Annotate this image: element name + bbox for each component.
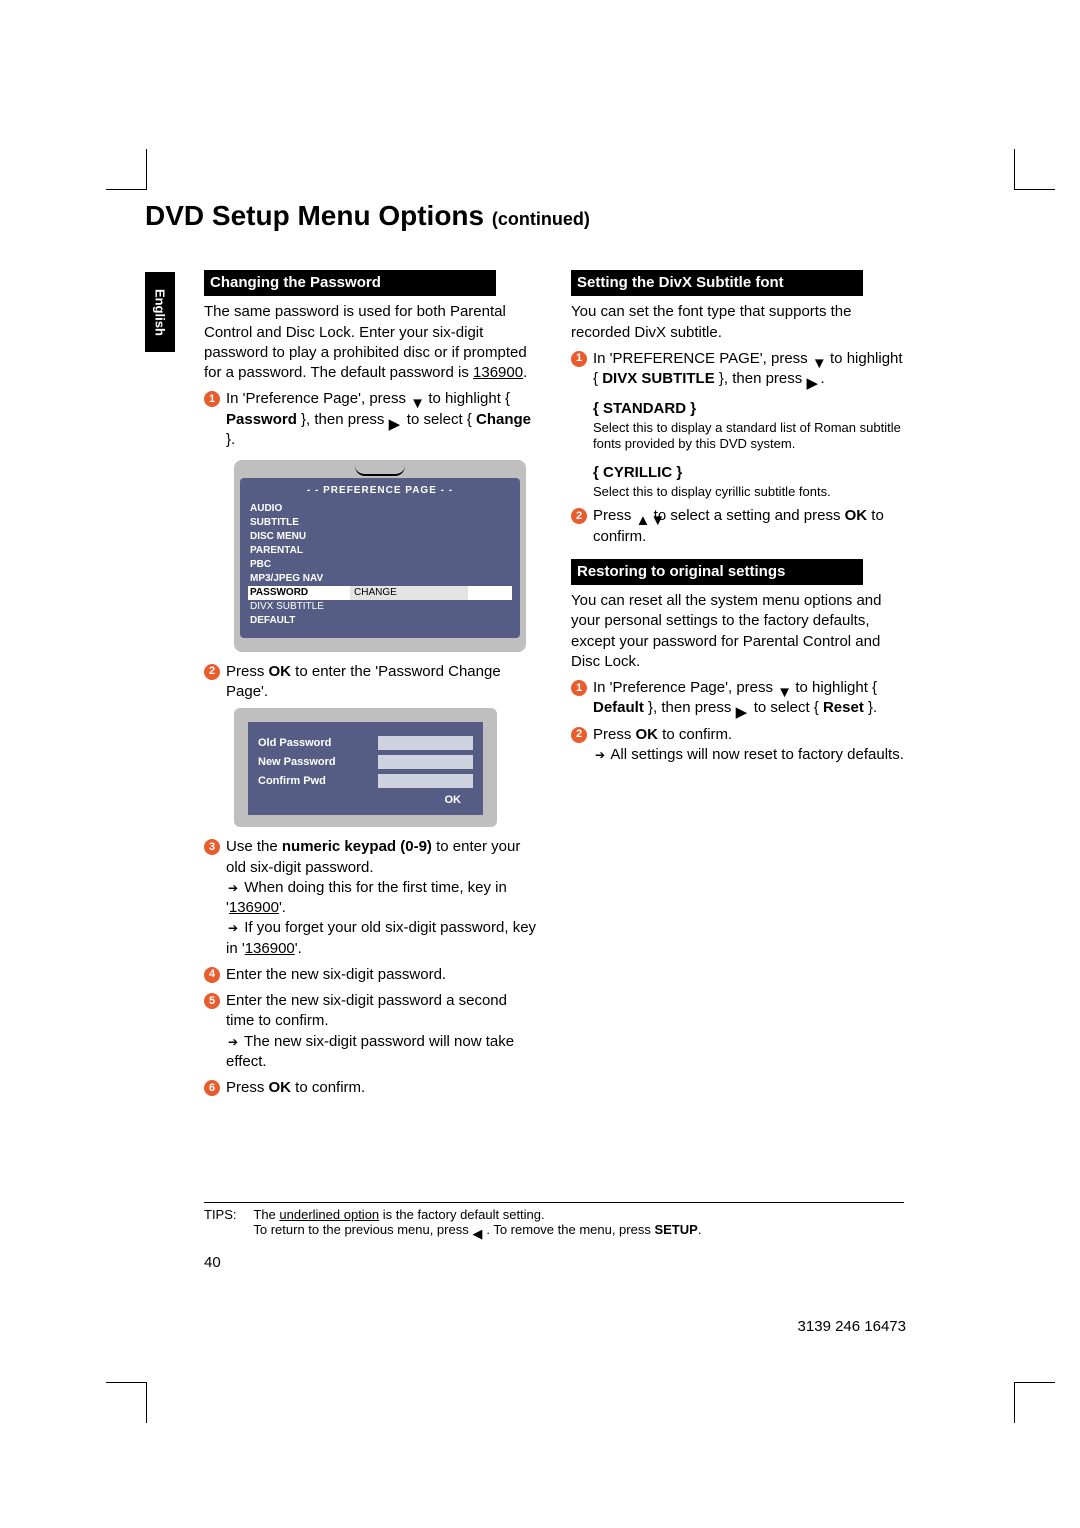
divx-intro: You can set the font type that supports … (571, 302, 904, 343)
old-password-label: Old Password (258, 736, 353, 751)
option-standard: { STANDARD } Select this to display a st… (593, 399, 904, 453)
divx-step-2: 2 Press ▲▼ to select a setting and press… (571, 506, 904, 547)
confirm-password-label: Confirm Pwd (258, 774, 353, 789)
language-tab: English (145, 272, 175, 352)
osd-header: - - PREFERENCE PAGE - - (248, 484, 512, 498)
step-2: 2 Press OK to enter the 'Password Change… (204, 662, 537, 703)
crop-mark-bottom-right (1014, 1382, 1055, 1423)
document-number: 3139 246 16473 (798, 1318, 906, 1335)
crop-mark-top-right (1014, 149, 1055, 190)
right-arrow-icon: ▶ (806, 374, 820, 384)
left-column: Changing the Password The same password … (204, 270, 537, 1098)
bullet-1-icon: 1 (571, 351, 587, 367)
down-arrow-icon: ▼ (812, 354, 826, 364)
restore-step-2: 2 Press OK to confirm. ➔ All settings wi… (571, 725, 904, 766)
left-arrow-icon: ◀ (472, 1226, 486, 1236)
title-text: DVD Setup Menu Options (145, 200, 484, 231)
right-arrow-icon: ▶ (736, 703, 750, 713)
password-ok-label: OK (258, 793, 473, 808)
osd-preference-page: - - PREFERENCE PAGE - - AUDIO SUBTITLE D… (234, 460, 526, 652)
bullet-4-icon: 4 (204, 967, 220, 983)
step-3: 3 Use the numeric keypad (0-9) to enter … (204, 837, 537, 959)
osd-password-value: CHANGE (350, 586, 468, 600)
right-column: Setting the DivX Subtitle font You can s… (571, 270, 904, 1098)
result-arrow-icon: ➔ (228, 880, 238, 896)
crop-mark-top-left (106, 149, 147, 190)
osd-selected-row: PASSWORD CHANGE (248, 586, 512, 600)
language-tab-label: English (153, 289, 168, 336)
option-cyrillic: { CYRILLIC } Select this to display cyri… (593, 463, 904, 500)
down-arrow-icon: ▼ (410, 394, 424, 404)
default-password: 136900 (473, 364, 523, 381)
step-1: 1 In 'Preference Page', press ▼ to highl… (204, 389, 537, 450)
result-arrow-icon: ➔ (228, 1034, 238, 1050)
osd-top-arc (355, 466, 405, 476)
right-arrow-icon: ▶ (389, 415, 403, 425)
result-arrow-icon: ➔ (595, 747, 605, 763)
tips-block: TIPS: The underlined option is the facto… (204, 1202, 904, 1237)
result-arrow-icon: ➔ (228, 920, 238, 936)
crop-mark-bottom-left (106, 1382, 147, 1423)
bullet-2-icon: 2 (571, 508, 587, 524)
section-restoring-settings: Restoring to original settings (571, 559, 863, 585)
bullet-1-icon: 1 (204, 391, 220, 407)
bullet-6-icon: 6 (204, 1080, 220, 1096)
page-title: DVD Setup Menu Options (continued) (145, 200, 960, 232)
up-down-arrow-icon: ▲▼ (636, 511, 650, 521)
bullet-3-icon: 3 (204, 839, 220, 855)
restore-step-1: 1 In 'Preference Page', press ▼ to highl… (571, 678, 904, 719)
restore-intro: You can reset all the system menu option… (571, 591, 904, 672)
intro-text: The same password is used for both Paren… (204, 302, 537, 383)
step-4: 4 Enter the new six-digit password. (204, 965, 537, 985)
new-password-label: New Password (258, 755, 353, 770)
old-password-field (378, 736, 473, 750)
step-6: 6 Press OK to confirm. (204, 1078, 537, 1098)
new-password-field (378, 755, 473, 769)
bullet-2-icon: 2 (204, 664, 220, 680)
tips-label: TIPS: (204, 1207, 250, 1222)
bullet-5-icon: 5 (204, 993, 220, 1009)
section-changing-password: Changing the Password (204, 270, 496, 296)
divx-step-1: 1 In 'PREFERENCE PAGE', press ▼ to highl… (571, 349, 904, 390)
down-arrow-icon: ▼ (777, 683, 791, 693)
page-number: 40 (204, 1254, 221, 1271)
osd-password-change: Old Password New Password Confirm Pwd OK (234, 708, 497, 827)
bullet-2-icon: 2 (571, 727, 587, 743)
step-5: 5 Enter the new six-digit password a sec… (204, 991, 537, 1072)
title-suffix: (continued) (492, 209, 590, 229)
bullet-1-icon: 1 (571, 680, 587, 696)
confirm-password-field (378, 774, 473, 788)
section-divx-subtitle-font: Setting the DivX Subtitle font (571, 270, 863, 296)
